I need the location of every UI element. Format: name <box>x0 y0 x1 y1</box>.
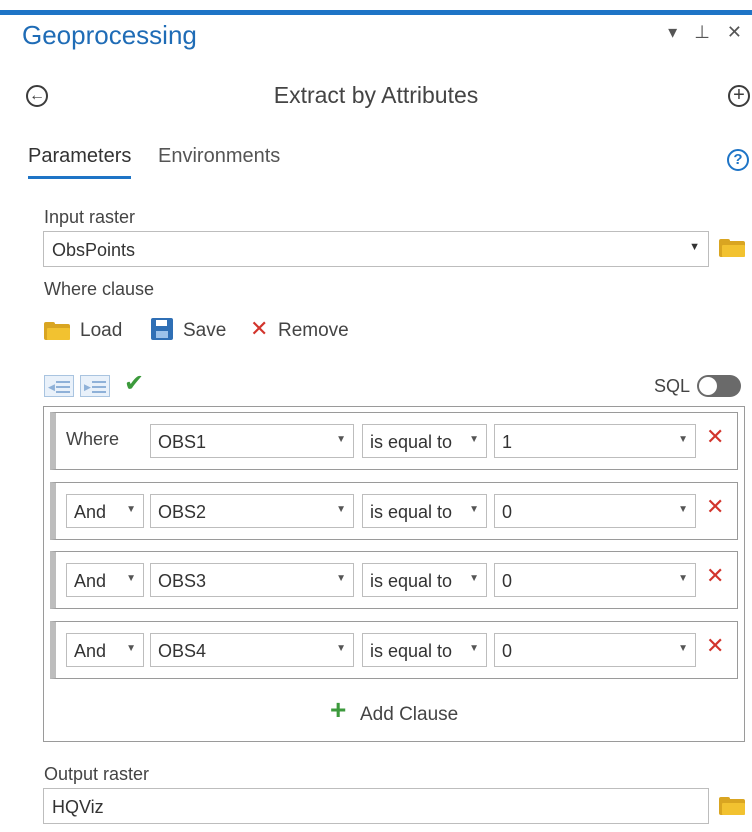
clause-operator-value: is equal to <box>370 641 453 661</box>
toggle-knob <box>699 377 717 395</box>
input-raster-select[interactable]: ObsPoints ▼ <box>43 231 709 267</box>
tool-title: Extract by Attributes <box>273 82 479 108</box>
clause-value-text: 0 <box>502 641 513 661</box>
close-icon[interactable]: ✕ <box>727 22 748 43</box>
outdent-icon[interactable]: ◀ <box>44 375 74 397</box>
clause-field-select[interactable]: OBS2 ▼ <box>150 494 354 528</box>
clause-row: And ▼ OBS4 ▼ is equal to ▼ 0 ▼ ✕ <box>50 621 738 679</box>
clause-field-value: OBS3 <box>158 571 207 591</box>
chevron-down-icon: ▼ <box>126 573 136 584</box>
save-label: Save <box>183 320 227 341</box>
clause-connector-value: And <box>74 571 107 591</box>
output-raster-value: HQViz <box>52 797 104 817</box>
tab-environments[interactable]: Environments <box>158 145 280 168</box>
chevron-down-icon: ▼ <box>126 504 136 515</box>
indent-icon[interactable]: ▶ <box>80 375 110 397</box>
chevron-down-icon: ▼ <box>678 643 688 654</box>
clause-operator-select[interactable]: is equal to ▼ <box>362 424 487 458</box>
clause-operator-select[interactable]: is equal to ▼ <box>362 494 487 528</box>
clause-row: Where OBS1 ▼ is equal to ▼ 1 ▼ ✕ <box>50 412 738 470</box>
clause-value-text: 1 <box>502 432 513 452</box>
save-button[interactable]: Save <box>151 318 231 344</box>
clause-value-text: 0 <box>502 502 513 522</box>
pin-icon[interactable]: ⊥ <box>694 22 716 43</box>
plus-icon: + <box>330 694 347 725</box>
delete-clause-icon[interactable]: ✕ <box>706 494 724 520</box>
load-label: Load <box>80 320 123 341</box>
save-icon <box>151 318 173 340</box>
chevron-down-icon: ▼ <box>469 504 479 515</box>
delete-clause-icon[interactable]: ✕ <box>706 424 724 450</box>
chevron-down-icon: ▼ <box>336 573 346 584</box>
chevron-down-icon: ▼ <box>469 643 479 654</box>
output-raster-label: Output raster <box>44 764 150 784</box>
remove-label: Remove <box>278 320 349 341</box>
clause-connector-label: Where <box>66 429 120 449</box>
browse-folder-icon[interactable] <box>719 797 745 815</box>
clause-operator-value: is equal to <box>370 502 453 522</box>
add-icon[interactable]: + <box>728 85 750 107</box>
clause-connector-select[interactable]: And ▼ <box>66 563 144 597</box>
clause-field-select[interactable]: OBS4 ▼ <box>150 633 354 667</box>
help-icon[interactable]: ? <box>727 149 749 171</box>
clause-row: And ▼ OBS2 ▼ is equal to ▼ 0 ▼ ✕ <box>50 482 738 540</box>
chevron-down-icon: ▼ <box>678 434 688 445</box>
clause-operator-value: is equal to <box>370 571 453 591</box>
browse-folder-icon[interactable] <box>719 239 745 257</box>
pane-top-accent-bar <box>0 10 752 15</box>
input-raster-label: Input raster <box>44 207 136 227</box>
folder-icon <box>44 322 70 340</box>
clause-value-select[interactable]: 1 ▼ <box>494 424 696 458</box>
clause-field-select[interactable]: OBS1 ▼ <box>150 424 354 458</box>
chevron-down-icon: ▼ <box>469 434 479 445</box>
chevron-down-icon: ▼ <box>469 573 479 584</box>
remove-x-icon: ✕ <box>250 316 269 341</box>
input-raster-value: ObsPoints <box>52 240 136 260</box>
add-clause-label: Add Clause <box>360 704 459 725</box>
chevron-down-icon: ▼ <box>336 643 346 654</box>
chevron-down-icon: ▼ <box>689 241 700 253</box>
clause-connector-value: And <box>74 641 107 661</box>
load-button[interactable]: Load <box>44 318 134 344</box>
clause-field-value: OBS1 <box>158 432 207 452</box>
chevron-down-icon: ▼ <box>336 434 346 445</box>
clause-value-text: 0 <box>502 571 513 591</box>
clause-row: And ▼ OBS3 ▼ is equal to ▼ 0 ▼ ✕ <box>50 551 738 609</box>
tool-header: ← Extract by Attributes + <box>0 78 752 118</box>
clause-value-select[interactable]: 0 ▼ <box>494 563 696 597</box>
clause-operator-select[interactable]: is equal to ▼ <box>362 633 487 667</box>
chevron-down-icon: ▼ <box>678 573 688 584</box>
clause-connector-select[interactable]: And ▼ <box>66 633 144 667</box>
where-clause-label: Where clause <box>44 279 155 299</box>
clause-field-value: OBS2 <box>158 502 207 522</box>
delete-clause-icon[interactable]: ✕ <box>706 563 724 589</box>
clause-value-select[interactable]: 0 ▼ <box>494 633 696 667</box>
clause-operator-value: is equal to <box>370 432 453 452</box>
delete-clause-icon[interactable]: ✕ <box>706 633 724 659</box>
clause-field-value: OBS4 <box>158 641 207 661</box>
clause-value-select[interactable]: 0 ▼ <box>494 494 696 528</box>
clause-connector-select[interactable]: And ▼ <box>66 494 144 528</box>
remove-button[interactable]: ✕ Remove <box>250 316 355 344</box>
clause-field-select[interactable]: OBS3 ▼ <box>150 563 354 597</box>
chevron-down-icon: ▼ <box>126 643 136 654</box>
verify-check-icon[interactable]: ✔ <box>124 369 144 398</box>
sql-label: SQL <box>654 376 691 396</box>
clause-operator-select[interactable]: is equal to ▼ <box>362 563 487 597</box>
chevron-down-icon: ▼ <box>678 504 688 515</box>
sql-toggle[interactable] <box>697 375 741 397</box>
output-raster-input[interactable]: HQViz <box>43 788 709 824</box>
chevron-down-icon: ▼ <box>336 504 346 515</box>
clause-builder: Where OBS1 ▼ is equal to ▼ 1 ▼ ✕ And ▼ O… <box>43 406 745 742</box>
tab-parameters[interactable]: Parameters <box>28 145 132 179</box>
pane-menu-icon[interactable]: ▾ <box>668 22 683 43</box>
clause-connector-value: And <box>74 502 107 522</box>
pane-title: Geoprocessing <box>22 20 197 50</box>
pane-controls: ▾ ⊥ ✕ <box>668 22 748 43</box>
